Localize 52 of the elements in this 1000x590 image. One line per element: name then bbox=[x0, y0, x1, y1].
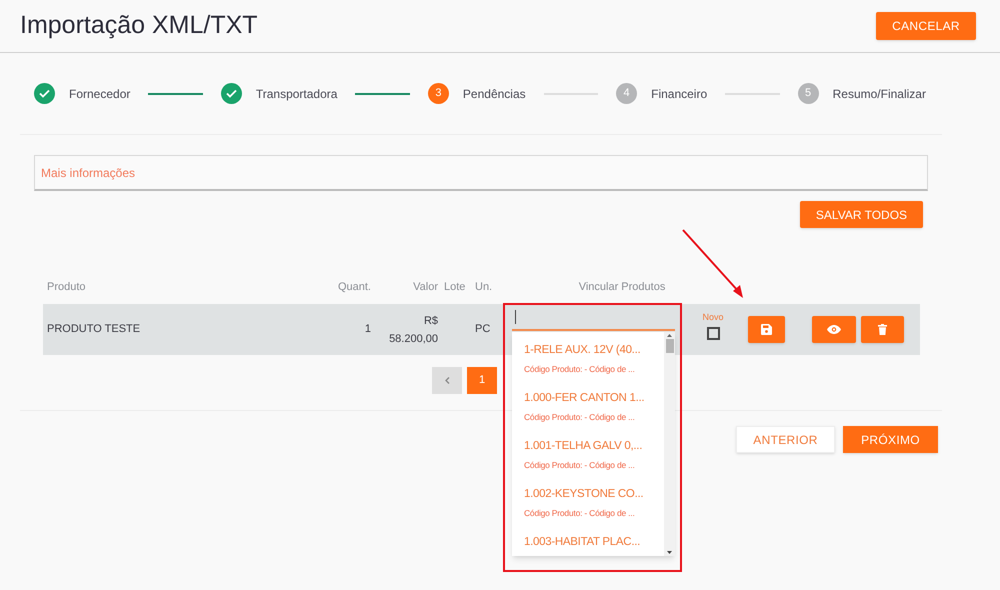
page-title: Importação XML/TXT bbox=[20, 10, 258, 42]
novo-label: Novo bbox=[702, 310, 724, 324]
dropdown-option[interactable]: 1.000-FER CANTON 1... Código Produto: - Código de ... bbox=[524, 390, 664, 438]
scrollbar[interactable] bbox=[664, 332, 675, 556]
annotation-arrow bbox=[682, 229, 743, 298]
save-button[interactable] bbox=[748, 316, 785, 343]
step-label: Fornecedor bbox=[69, 86, 130, 102]
table-cell-text: R$ 58.200,00 bbox=[388, 314, 438, 346]
option-title: 1.003-HABITAT PLAC... bbox=[524, 535, 642, 550]
eye-icon bbox=[827, 325, 841, 334]
info-input-field[interactable]: Mais informações bbox=[34, 155, 928, 191]
save-all-button[interactable]: SALVAR TODOS bbox=[800, 201, 923, 228]
page-button[interactable]: 1 bbox=[467, 367, 497, 394]
column-header: Un. bbox=[474, 280, 494, 295]
table-cell-text: 1 bbox=[364, 322, 371, 338]
column-header: Lote bbox=[443, 280, 466, 295]
step-label: Financeiro bbox=[651, 86, 708, 102]
view-button[interactable] bbox=[812, 316, 856, 343]
dropdown-option[interactable]: 1.001-TELHA GALV 0,... Código Produto: - Código de ... bbox=[524, 438, 664, 486]
cancel-button[interactable]: CANCELAR bbox=[876, 12, 976, 40]
column-header: Quant. bbox=[336, 280, 371, 295]
dropdown-option[interactable]: 1.002-KEYSTONE CO... Código Produto: - Código de ... bbox=[524, 486, 664, 534]
option-detail: Código Produto: - Código de ... bbox=[524, 411, 636, 424]
step-label: Resumo/Finalizar bbox=[832, 86, 926, 102]
step-label: Pendências bbox=[462, 86, 526, 102]
scrollbar-thumb[interactable] bbox=[666, 339, 674, 353]
previous-button[interactable]: ANTERIOR bbox=[736, 426, 835, 453]
next-button[interactable]: PRÓXIMO bbox=[843, 426, 938, 453]
option-title: 1.001-TELHA GALV 0,... bbox=[524, 439, 644, 454]
column-header: Produto bbox=[46, 280, 87, 295]
scroll-down-icon[interactable] bbox=[667, 551, 672, 554]
step-label: Transportadora bbox=[256, 86, 338, 102]
scroll-up-icon[interactable] bbox=[667, 334, 672, 337]
option-title: 1-RELE AUX. 12V (40... bbox=[524, 343, 642, 358]
table-cell-text: PRODUTO TESTE bbox=[46, 322, 142, 338]
step-number: 5 bbox=[805, 86, 812, 102]
option-detail: Código Produto: - Código de ... bbox=[524, 363, 636, 376]
chevron-left-icon bbox=[444, 377, 450, 384]
dropdown-option[interactable]: 1.003-HABITAT PLAC... bbox=[524, 534, 664, 556]
option-detail: Código Produto: - Código de ... bbox=[524, 507, 636, 520]
column-header: Valor bbox=[412, 280, 438, 295]
delete-button[interactable] bbox=[861, 316, 904, 343]
step-number: 4 bbox=[624, 86, 630, 102]
table-cell-text: PC bbox=[474, 322, 492, 338]
novo-checkbox[interactable] bbox=[706, 327, 720, 340]
option-title: 1.002-KEYSTONE CO... bbox=[524, 487, 644, 502]
trash-icon bbox=[878, 324, 887, 335]
column-header: Vincular Produtos bbox=[578, 280, 666, 295]
step-number: 3 bbox=[435, 86, 442, 102]
option-title: 1.000-FER CANTON 1... bbox=[524, 391, 646, 406]
dropdown-option[interactable]: 1-RELE AUX. 12V (40... Código Produto: - Código de ... bbox=[524, 342, 664, 390]
option-detail: Código Produto: - Código de ... bbox=[524, 459, 636, 472]
